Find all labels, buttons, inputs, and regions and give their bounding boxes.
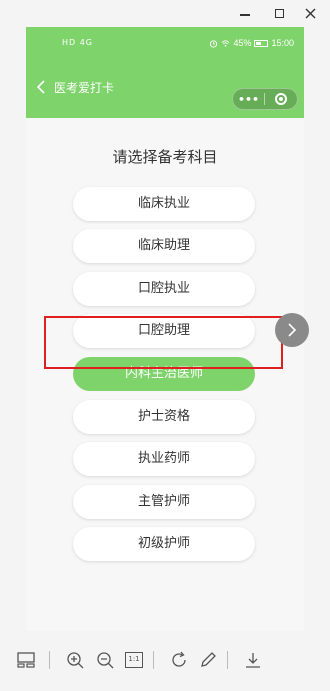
status-right: 45% 15:00: [209, 38, 294, 48]
subject-option[interactable]: 初级护师: [73, 527, 255, 561]
rotate-icon[interactable]: [168, 649, 190, 671]
battery-percent: 45%: [233, 38, 252, 48]
page-title: 医考爱打卡: [54, 81, 115, 95]
nav-bar: 医考爱打卡 •••: [26, 60, 304, 118]
wifi-icon: [222, 39, 230, 47]
subject-option[interactable]: 临床执业: [73, 187, 255, 221]
selection-highlight-frame: [44, 316, 283, 369]
back-arrow-icon[interactable]: [36, 80, 50, 98]
close-icon[interactable]: [301, 4, 319, 22]
toolbar-divider: [49, 651, 50, 669]
selection-heading: 请选择备考科目: [112, 148, 218, 166]
subject-option[interactable]: 口腔执业: [73, 272, 255, 306]
chevron-right-icon: [288, 323, 297, 337]
actual-size-icon[interactable]: 1:1: [123, 649, 145, 671]
viewer-toolbar: 1:1: [0, 631, 330, 691]
alarm-icon: [210, 39, 218, 48]
subject-option[interactable]: 执业药师: [73, 442, 255, 476]
toolbar-divider: [227, 651, 228, 669]
minimize-icon[interactable]: [236, 4, 254, 22]
zoom-in-icon[interactable]: [64, 649, 86, 671]
subject-selection: 请选择备考科目 临床执业 临床助理 口腔执业 口腔助理 内科主治医师 护士资格 执业药师 主管…: [26, 118, 304, 631]
maximize-icon[interactable]: [270, 4, 288, 22]
target-icon: [275, 93, 287, 105]
next-page-button[interactable]: [275, 313, 309, 347]
more-button[interactable]: •••: [233, 94, 264, 105]
actual-size-label: 1:1: [125, 652, 143, 668]
toolbar-divider: [153, 651, 154, 669]
zoom-out-icon[interactable]: [94, 649, 116, 671]
close-miniprogram-button[interactable]: [265, 93, 297, 105]
network-indicator: HD 4G: [62, 38, 94, 47]
status-bar: HD 4G 45% 15:00: [26, 27, 304, 60]
download-icon[interactable]: [242, 649, 264, 671]
subject-option[interactable]: 护士资格: [73, 400, 255, 434]
thumbnail-icon[interactable]: [15, 649, 37, 671]
battery-icon: [254, 39, 269, 47]
viewer-titlebar: [0, 0, 330, 26]
miniprogram-capsule: •••: [232, 88, 298, 110]
subject-option[interactable]: 主管护师: [73, 485, 255, 519]
edit-icon[interactable]: [197, 649, 219, 671]
subject-option[interactable]: 临床助理: [73, 229, 255, 263]
status-time: 15:00: [271, 38, 294, 48]
